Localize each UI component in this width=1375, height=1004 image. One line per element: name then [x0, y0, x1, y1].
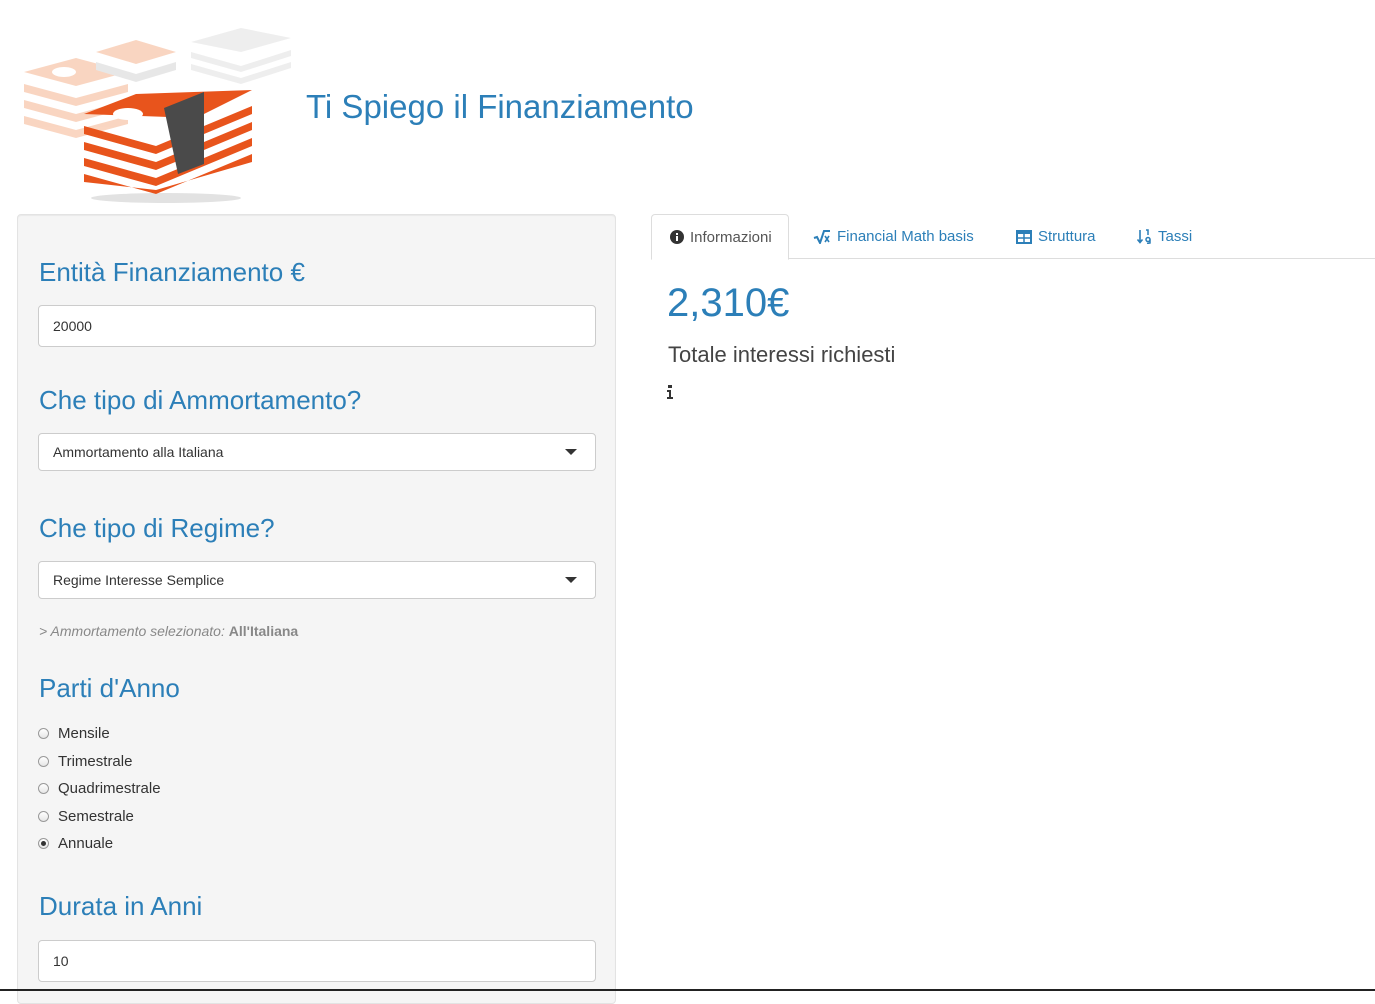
radio-button[interactable]: [38, 783, 49, 795]
tab-financial-math-basis[interactable]: Financial Math basis: [813, 214, 974, 259]
tab-informazioni[interactable]: Informazioni: [651, 214, 789, 260]
radio-option-quadrimestrale[interactable]: Quadrimestrale: [38, 775, 161, 803]
total-interest-caption: Totale interessi richiesti: [668, 342, 896, 367]
radio-label: Semestrale: [58, 807, 134, 825]
total-interest-value: 2,310€: [667, 281, 790, 325]
regime-label: Che tipo di Regime?: [39, 513, 275, 543]
radio-label: Trimestrale: [58, 752, 133, 770]
chevron-down-icon: [565, 449, 577, 455]
radio-button[interactable]: [38, 728, 49, 740]
radio-button-selected[interactable]: [38, 838, 49, 850]
regime-select[interactable]: Regime Interesse Semplice: [38, 561, 596, 599]
tab-struttura[interactable]: Struttura: [1016, 214, 1096, 259]
radio-label: Annuale: [58, 835, 114, 853]
note-value: All'Italiana: [228, 623, 299, 639]
amortization-label: Che tipo di Ammortamento?: [39, 385, 362, 415]
tab-tassi[interactable]: Tassi: [1137, 214, 1192, 259]
sidebar-panel: Entità Finanziamento € 20000 Che tipo di…: [17, 214, 616, 1004]
selected-amortization-note: > Ammortamento selezionato: All'Italiana: [39, 623, 298, 639]
table-icon: [1016, 229, 1032, 244]
periods-label: Parti d'Anno: [39, 673, 180, 703]
sort-numeric-icon: [1137, 229, 1151, 244]
periods-radio-group: Mensile Trimestrale Quadrimestrale Semes…: [38, 720, 161, 858]
amortization-select-value: Ammortamento alla Italiana: [53, 444, 224, 460]
radio-option-trimestrale[interactable]: Trimestrale: [38, 748, 161, 776]
tab-label: Struttura: [1038, 228, 1096, 245]
chevron-down-icon: [565, 577, 577, 583]
duration-label: Durata in Anni: [39, 891, 203, 921]
tab-label: Financial Math basis: [837, 228, 974, 245]
radio-option-annuale[interactable]: Annuale: [38, 830, 161, 858]
radio-button[interactable]: [38, 755, 49, 767]
main-tabs: Informazioni Financial Math basis Strutt…: [651, 214, 1375, 260]
note-prefix: > Ammortamento selezionato:: [39, 623, 225, 639]
regime-select-value: Regime Interesse Semplice: [53, 572, 225, 588]
info-circle-icon: [670, 230, 684, 244]
amount-input-value: 20000: [53, 318, 92, 334]
radio-button[interactable]: [38, 810, 49, 822]
tab-label: Tassi: [1158, 228, 1193, 245]
amortization-select[interactable]: Ammortamento alla Italiana: [38, 433, 596, 471]
app-title: Ti Spiego il Finanziamento: [306, 88, 694, 125]
logo-image: [24, 28, 291, 203]
duration-input[interactable]: 10: [38, 940, 596, 982]
info-icon[interactable]: [666, 384, 674, 400]
tab-label: Informazioni: [690, 228, 772, 246]
duration-input-value: 10: [53, 953, 69, 969]
radio-option-semestrale[interactable]: Semestrale: [38, 803, 161, 831]
radio-label: Quadrimestrale: [58, 780, 161, 798]
square-root-icon: [813, 229, 830, 244]
radio-label: Mensile: [58, 725, 110, 743]
amount-input[interactable]: 20000: [38, 305, 596, 347]
radio-option-mensile[interactable]: Mensile: [38, 720, 161, 748]
amount-label: Entità Finanziamento €: [39, 257, 305, 287]
